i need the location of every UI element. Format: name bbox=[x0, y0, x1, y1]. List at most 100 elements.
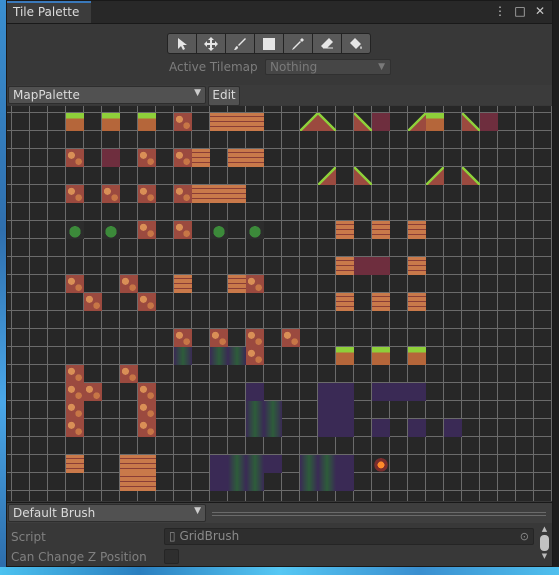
palette-tile[interactable] bbox=[318, 383, 336, 401]
maximize-icon[interactable]: □ bbox=[514, 4, 526, 18]
palette-tile[interactable] bbox=[408, 221, 426, 239]
palette-tile[interactable] bbox=[66, 275, 84, 293]
palette-tile[interactable] bbox=[66, 401, 84, 419]
palette-tile[interactable] bbox=[120, 365, 138, 383]
scrollbar-thumb[interactable] bbox=[540, 535, 549, 551]
palette-tile[interactable] bbox=[66, 365, 84, 383]
palette-tile[interactable] bbox=[84, 293, 102, 311]
palette-tile[interactable] bbox=[138, 113, 156, 131]
palette-tile[interactable] bbox=[102, 113, 120, 131]
scroll-up-icon[interactable]: ▲ bbox=[539, 525, 550, 534]
brush-dropdown[interactable]: Default Brush ▼ bbox=[8, 504, 206, 522]
palette-tile[interactable] bbox=[66, 113, 84, 131]
palette-tile[interactable] bbox=[66, 185, 84, 203]
palette-tile[interactable] bbox=[66, 149, 84, 167]
palette-tile[interactable] bbox=[246, 347, 264, 365]
palette-tile[interactable] bbox=[84, 383, 102, 401]
palette-tile[interactable] bbox=[138, 185, 156, 203]
palette-dropdown[interactable]: MapPalette ▼ bbox=[8, 86, 206, 104]
active-tilemap-dropdown[interactable]: Nothing ▼ bbox=[265, 59, 391, 75]
eraser-tool-button[interactable] bbox=[312, 33, 342, 54]
palette-tile[interactable] bbox=[372, 113, 390, 131]
palette-tile[interactable] bbox=[246, 221, 264, 239]
palette-tile[interactable] bbox=[372, 419, 390, 437]
palette-tile[interactable] bbox=[174, 185, 192, 203]
palette-tile[interactable] bbox=[336, 347, 354, 365]
palette-tile[interactable] bbox=[210, 221, 228, 239]
palette-tile[interactable] bbox=[210, 329, 228, 347]
palette-tile[interactable] bbox=[192, 149, 210, 167]
palette-tile[interactable] bbox=[228, 149, 246, 167]
palette-tile[interactable] bbox=[462, 113, 480, 131]
palette-tile[interactable] bbox=[264, 401, 282, 419]
palette-tile[interactable] bbox=[408, 293, 426, 311]
palette-tile[interactable] bbox=[372, 383, 390, 401]
paint-tool-button[interactable] bbox=[225, 33, 255, 54]
move-tool-button[interactable] bbox=[196, 33, 226, 54]
palette-tile[interactable] bbox=[336, 419, 354, 437]
palette-tile[interactable] bbox=[120, 473, 138, 491]
object-picker-icon[interactable]: ⊙ bbox=[520, 529, 529, 544]
palette-tile[interactable] bbox=[120, 455, 138, 473]
palette-tile[interactable] bbox=[246, 149, 264, 167]
palette-tile[interactable] bbox=[336, 473, 354, 491]
tab-tile-palette[interactable]: Tile Palette bbox=[7, 1, 91, 23]
palette-tile[interactable] bbox=[462, 167, 480, 185]
palette-tile[interactable] bbox=[426, 113, 444, 131]
palette-tile[interactable] bbox=[408, 347, 426, 365]
palette-tile[interactable] bbox=[210, 185, 228, 203]
palette-tile[interactable] bbox=[372, 455, 390, 473]
palette-tile[interactable] bbox=[246, 419, 264, 437]
palette-tile[interactable] bbox=[138, 455, 156, 473]
palette-tile[interactable] bbox=[336, 293, 354, 311]
select-tool-button[interactable] bbox=[167, 33, 197, 54]
palette-tile[interactable] bbox=[102, 221, 120, 239]
palette-tile[interactable] bbox=[372, 347, 390, 365]
palette-tile[interactable] bbox=[354, 257, 372, 275]
palette-tile[interactable] bbox=[336, 455, 354, 473]
tile-grid-canvas[interactable] bbox=[7, 106, 552, 501]
palette-tile[interactable] bbox=[192, 185, 210, 203]
palette-tile[interactable] bbox=[174, 347, 192, 365]
palette-tile[interactable] bbox=[174, 221, 192, 239]
palette-tile[interactable] bbox=[372, 257, 390, 275]
change-z-checkbox[interactable] bbox=[164, 549, 179, 564]
palette-tile[interactable] bbox=[354, 167, 372, 185]
palette-tile[interactable] bbox=[210, 455, 228, 473]
palette-tile[interactable] bbox=[408, 419, 426, 437]
picker-tool-button[interactable] bbox=[283, 33, 313, 54]
palette-tile[interactable] bbox=[318, 455, 336, 473]
palette-tile[interactable] bbox=[264, 419, 282, 437]
palette-tile[interactable] bbox=[336, 401, 354, 419]
palette-tile[interactable] bbox=[480, 113, 498, 131]
palette-tile[interactable] bbox=[228, 275, 246, 293]
box-fill-tool-button[interactable] bbox=[254, 33, 284, 54]
palette-tile[interactable] bbox=[102, 149, 120, 167]
palette-tile[interactable] bbox=[336, 383, 354, 401]
palette-tile[interactable] bbox=[444, 419, 462, 437]
close-icon[interactable]: ✕ bbox=[534, 4, 546, 18]
palette-tile[interactable] bbox=[66, 419, 84, 437]
palette-tile[interactable] bbox=[246, 113, 264, 131]
palette-tile[interactable] bbox=[138, 221, 156, 239]
palette-tile[interactable] bbox=[408, 383, 426, 401]
palette-tile[interactable] bbox=[246, 275, 264, 293]
inspector-scrollbar[interactable]: ▲ ▼ bbox=[539, 525, 550, 565]
palette-tile[interactable] bbox=[408, 113, 426, 131]
palette-tile[interactable] bbox=[102, 185, 120, 203]
palette-tile[interactable] bbox=[390, 383, 408, 401]
palette-tile[interactable] bbox=[210, 473, 228, 491]
palette-tile[interactable] bbox=[210, 347, 228, 365]
palette-tile[interactable] bbox=[66, 221, 84, 239]
palette-tile[interactable] bbox=[300, 455, 318, 473]
palette-tile[interactable] bbox=[228, 113, 246, 131]
palette-tile[interactable] bbox=[210, 113, 228, 131]
palette-tile[interactable] bbox=[318, 401, 336, 419]
palette-tile[interactable] bbox=[66, 455, 84, 473]
palette-tile[interactable] bbox=[300, 473, 318, 491]
palette-tile[interactable] bbox=[246, 473, 264, 491]
script-field[interactable]: ▯ GridBrush ⊙ bbox=[164, 528, 534, 545]
palette-tile[interactable] bbox=[174, 149, 192, 167]
palette-tile[interactable] bbox=[228, 347, 246, 365]
palette-tile[interactable] bbox=[336, 221, 354, 239]
